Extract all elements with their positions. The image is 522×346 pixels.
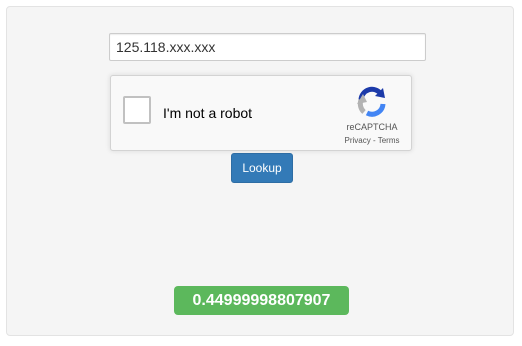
lookup-button[interactable]: Lookup <box>231 153 293 183</box>
terms-link[interactable]: Terms <box>378 136 400 145</box>
recaptcha-label: I'm not a robot <box>163 105 253 121</box>
result-score-badge: 0.44999998807907 <box>174 286 349 315</box>
recaptcha-checkbox[interactable] <box>123 96 151 124</box>
ip-address-input[interactable] <box>109 33 426 61</box>
privacy-link[interactable]: Privacy <box>345 136 371 145</box>
recaptcha-logo-icon <box>357 86 386 117</box>
recaptcha-links: Privacy - Terms <box>333 136 411 145</box>
recaptcha-brand: reCAPTCHA <box>346 122 398 132</box>
links-separator: - <box>370 136 378 145</box>
recaptcha-widget: I'm not a robot reCAPTCHA Privacy - Term… <box>110 75 412 151</box>
lookup-panel: I'm not a robot reCAPTCHA Privacy - Term… <box>6 6 514 336</box>
